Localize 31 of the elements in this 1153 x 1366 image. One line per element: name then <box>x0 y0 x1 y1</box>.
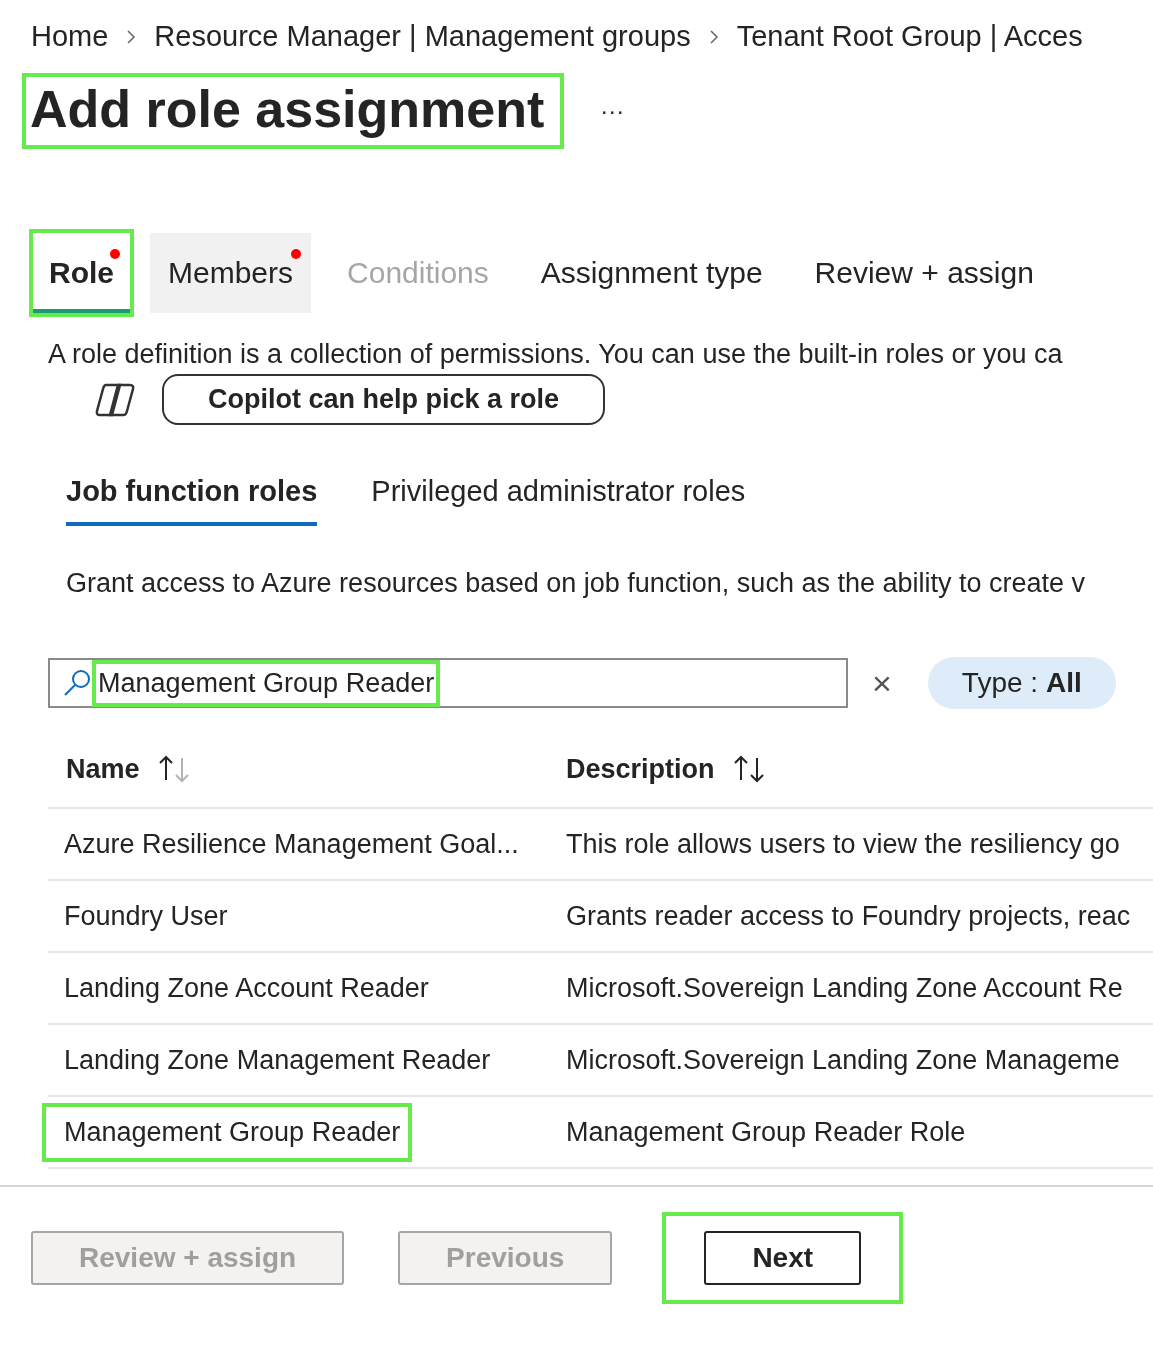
chevron-right-icon <box>708 29 719 44</box>
breadcrumb-link[interactable]: Tenant Root Group | Acces <box>736 20 1083 53</box>
role-name-cell-text: Landing Zone Account Reader <box>63 971 430 1005</box>
role-description-cell-text: Microsoft.Sovereign Landing Zone Manageme <box>565 1044 1121 1076</box>
role-name-cell-text: Foundry User <box>63 899 229 933</box>
clear-button[interactable]: × <box>866 662 898 704</box>
search-icon <box>62 668 92 698</box>
role-type-description: Grant access to Azure resources based on job function, such as the ability to create v <box>66 568 1087 599</box>
role-description-cell-text: Grants reader access to Foundry projects, reac <box>565 900 1132 932</box>
wizard-tab[interactable]: Assignment type <box>524 233 779 313</box>
breadcrumb-link[interactable]: Resource Manager | Management groups <box>154 20 691 53</box>
chevron-right-icon <box>126 29 137 44</box>
column-header[interactable]: Description <box>566 753 715 785</box>
breadcrumb-link[interactable]: Home <box>31 20 109 53</box>
wizard-tab[interactable]: Members <box>150 233 312 313</box>
role-description-cell-text: Microsoft.Sovereign Landing Zone Account Re <box>565 972 1124 1004</box>
role-name-cell-text: Landing Zone Management Reader <box>63 1043 492 1077</box>
wizard-tab[interactable]: Role <box>33 233 130 313</box>
wizard-tab[interactable]: Review + assign <box>798 233 1050 313</box>
footer-button[interactable]: Next <box>704 1231 862 1285</box>
role-description-cell-text: Management Group Reader Role <box>565 1116 967 1148</box>
type-filter[interactable]: Type : All <box>927 657 1116 709</box>
role-type-tab[interactable]: Job function roles <box>66 475 318 526</box>
intro-text: A role definition is a collection of permissions. You can use the built-in roles or you ca <box>48 339 1064 370</box>
more-button[interactable]: ··· <box>600 97 625 125</box>
copilot-button[interactable]: Copilot can help pick a role <box>162 374 606 425</box>
role-type-tab[interactable]: Privileged administrator roles <box>371 475 746 526</box>
role-description-cell-text: This role allows users to view the resiliency go <box>565 828 1121 860</box>
column-header[interactable]: Name <box>66 753 140 785</box>
search-field[interactable]: Management Group Reader <box>48 658 848 708</box>
role-name-cell-text: Azure Resilience Management Goal... <box>63 827 520 861</box>
